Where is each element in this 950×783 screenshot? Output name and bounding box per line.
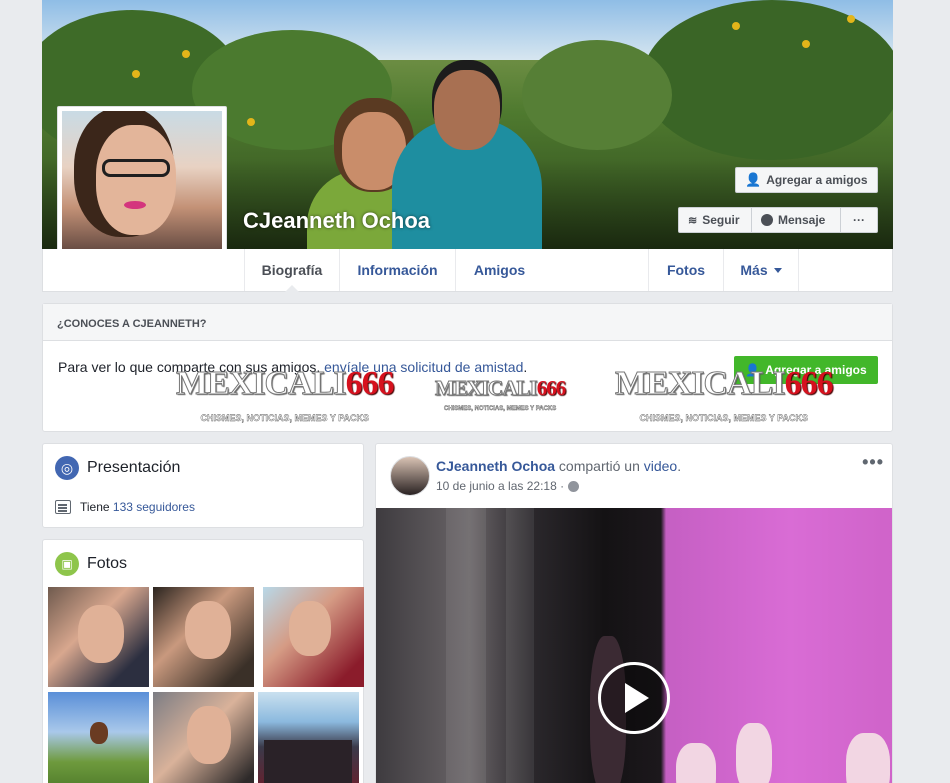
post-action-end: . [677, 458, 682, 474]
messenger-icon [761, 214, 773, 226]
followers-row: Tiene 133 seguidores [55, 500, 195, 514]
tab-friends[interactable]: Amigos [455, 249, 543, 291]
post-video-link[interactable]: video [644, 458, 677, 474]
thumbnail-face [289, 601, 331, 656]
avatar-face [96, 125, 176, 235]
tab-photos[interactable]: Fotos [648, 249, 723, 291]
photo-thumbnail[interactable] [263, 587, 364, 687]
do-you-know-heading: ¿CONOCES A CJEANNETH? [43, 304, 892, 341]
post-timestamp[interactable]: 10 de junio a las 22:18 · [436, 479, 564, 493]
watermark-brand-b: 666 [345, 365, 395, 402]
list-icon [55, 500, 71, 514]
watermark-tagline: CHISMES, NOTICIAS, MEMES Y PACKS [443, 406, 557, 412]
avatar-glasses [102, 159, 170, 177]
video-dancer [676, 743, 716, 783]
follow-button[interactable]: ≋ Seguir [678, 207, 752, 233]
add-friend-label: Agregar a amigos [766, 173, 868, 187]
photo-icon: ▣ [55, 552, 79, 576]
caret-down-icon [773, 267, 782, 273]
watermark-brand-b: 666 [784, 365, 834, 402]
tab-more-label: Más [740, 262, 768, 278]
cover-foliage [642, 0, 893, 160]
profile-name[interactable]: CJeanneth Ochoa [243, 208, 430, 234]
sunflower [732, 22, 740, 30]
intro-title: Presentación [87, 459, 181, 476]
photo-thumbnail[interactable] [48, 587, 149, 687]
video-dancer [736, 723, 772, 783]
follow-label: Seguir [702, 213, 740, 227]
tab-about-label: Información [357, 262, 438, 278]
more-label: ··· [853, 213, 865, 227]
cover-foliage [522, 40, 672, 150]
thumbnail-face [78, 605, 124, 663]
watermark-logo: MEXICALI666 CHISMES, NOTICIAS, MEMES Y P… [615, 365, 834, 435]
post-header: CJeanneth Ochoa compartió un video. [436, 458, 681, 474]
video-dancer [846, 733, 890, 783]
add-friend-button[interactable]: 👤 Agregar a amigos [735, 167, 878, 193]
photos-card: ▣ Fotos [42, 539, 364, 783]
followers-link[interactable]: 133 seguidores [113, 500, 195, 514]
profile-nav: Biografía Información Amigos Fotos Más [42, 249, 893, 292]
sunflower [247, 118, 255, 126]
followers-prefix: Tiene [80, 500, 113, 514]
feed-post: CJeanneth Ochoa compartió un video. 10 d… [375, 443, 893, 783]
video-curtain [506, 508, 534, 783]
thumbnail-figure [90, 722, 108, 744]
tab-photos-label: Fotos [666, 262, 706, 278]
globe-icon: ◎ [55, 456, 79, 480]
photos-title[interactable]: Fotos [87, 555, 127, 573]
post-options-button[interactable]: ••• [862, 452, 884, 473]
more-options-button[interactable]: ··· [840, 207, 878, 233]
tab-timeline[interactable]: Biografía [244, 249, 339, 292]
thumbnail-face [185, 601, 231, 659]
watermark-logo: MEXICALI666 CHISMES, NOTICIAS, MEMES Y P… [176, 365, 395, 435]
avatar-lips [124, 201, 146, 209]
watermark-brand-a: MEXICALI [435, 376, 539, 400]
tab-timeline-label: Biografía [261, 262, 323, 278]
watermark-tagline: CHISMES, NOTICIAS, MEMES Y PACKS [639, 413, 809, 423]
video-player[interactable] [376, 508, 892, 783]
tab-about[interactable]: Información [339, 249, 455, 291]
sunflower [847, 15, 855, 23]
globe-icon [568, 480, 580, 492]
watermark-tagline: CHISMES, NOTICIAS, MEMES Y PACKS [200, 413, 370, 423]
watermark-brand-a: MEXICALI [615, 365, 787, 402]
photo-thumbnail[interactable] [48, 692, 149, 783]
photo-thumbnail[interactable] [153, 692, 254, 783]
cover-person-man-head [434, 70, 500, 150]
do-you-know-card: ¿CONOCES A CJEANNETH? Para ver lo que co… [42, 303, 893, 432]
video-curtain [446, 508, 486, 783]
rss-icon: ≋ [688, 214, 698, 227]
message-label: Mensaje [778, 213, 826, 227]
tab-more[interactable]: Más [723, 249, 799, 291]
watermark-brand-a: MEXICALI [176, 365, 348, 402]
sunflower [132, 70, 140, 78]
watermark-logo: MEXICALI666 CHISMES, NOTICIAS, MEMES Y P… [435, 376, 567, 420]
photo-thumbnail[interactable] [258, 692, 359, 783]
thumbnail-face [187, 706, 231, 764]
post-author-link[interactable]: CJeanneth Ochoa [436, 458, 555, 474]
add-friend-icon: 👤 [745, 172, 762, 187]
play-icon[interactable] [598, 662, 670, 734]
intro-card: ◎ Presentación Tiene 133 seguidores [42, 443, 364, 528]
post-timestamp-row: 10 de junio a las 22:18 · [436, 479, 580, 493]
tab-friends-label: Amigos [473, 262, 526, 278]
watermark-brand-b: 666 [536, 376, 566, 400]
post-author-avatar[interactable] [390, 456, 430, 496]
post-action: compartió un [555, 458, 644, 474]
thumbnail-group [264, 740, 352, 783]
sunflower [182, 50, 190, 58]
prompt-end: . [523, 359, 528, 375]
photo-thumbnail[interactable] [153, 587, 254, 687]
sunflower [802, 40, 810, 48]
profile-picture-image [62, 111, 222, 271]
message-button[interactable]: Mensaje [751, 207, 841, 233]
